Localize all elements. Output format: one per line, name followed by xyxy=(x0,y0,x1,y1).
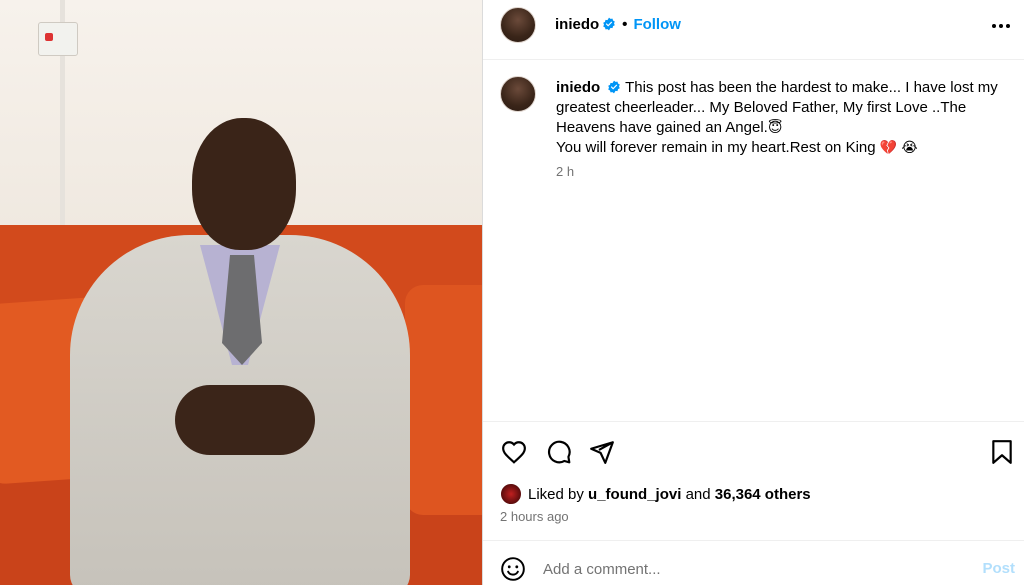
emoji-icon[interactable] xyxy=(499,555,527,583)
author-username[interactable]: iniedo xyxy=(555,16,599,33)
likes-prefix: Liked by xyxy=(528,485,584,503)
caption-line-2: You will forever remain in my heart.Rest… xyxy=(556,139,876,156)
caption-text: iniedo This post has been the hardest to… xyxy=(556,78,1006,158)
post-timestamp[interactable]: 2 hours ago xyxy=(500,509,569,524)
comment-input[interactable] xyxy=(543,558,943,580)
crying-emoji: 😭 xyxy=(901,140,918,156)
caption-avatar[interactable] xyxy=(500,76,536,112)
comment-bar: Post xyxy=(483,540,1024,585)
caption-timestamp[interactable]: 2 h xyxy=(556,164,574,179)
share-icon[interactable] xyxy=(587,437,617,467)
post-caption: iniedo This post has been the hardest to… xyxy=(483,60,1024,420)
verified-badge-icon xyxy=(607,80,621,94)
likes-count[interactable]: 36,364 others xyxy=(715,486,811,503)
header-separator: • xyxy=(622,16,628,33)
post-comment-button[interactable]: Post xyxy=(982,560,1015,577)
photo-socket xyxy=(38,22,78,56)
likes-joiner: and xyxy=(685,485,711,503)
caption-username[interactable]: iniedo xyxy=(556,79,600,96)
broken-heart-emoji: 💔 xyxy=(879,140,898,156)
author-avatar[interactable] xyxy=(500,7,536,43)
follow-button[interactable]: Follow xyxy=(633,16,681,33)
verified-badge-icon xyxy=(602,17,616,31)
post-header: iniedo • Follow xyxy=(483,0,1024,60)
bookmark-icon[interactable] xyxy=(987,437,1017,467)
likes-summary: Liked by u_found_jovi and 36,364 others xyxy=(500,482,811,506)
header-user-row: iniedo • Follow xyxy=(555,16,681,33)
comment-icon[interactable] xyxy=(544,437,574,467)
heart-icon[interactable] xyxy=(499,437,529,467)
post-sidebar: iniedo • Follow iniedo This post has been … xyxy=(482,0,1024,585)
angel-emoji: 😇 xyxy=(767,120,783,136)
photo-man-hands xyxy=(175,385,315,455)
liker-avatar[interactable] xyxy=(500,483,522,505)
photo-man-head xyxy=(192,118,296,250)
liker-username[interactable]: u_found_jovi xyxy=(588,486,681,503)
photo-cushion-right xyxy=(405,285,482,515)
post-photo[interactable] xyxy=(0,0,482,585)
more-options-icon[interactable] xyxy=(989,14,1013,38)
action-bar xyxy=(483,421,1024,481)
